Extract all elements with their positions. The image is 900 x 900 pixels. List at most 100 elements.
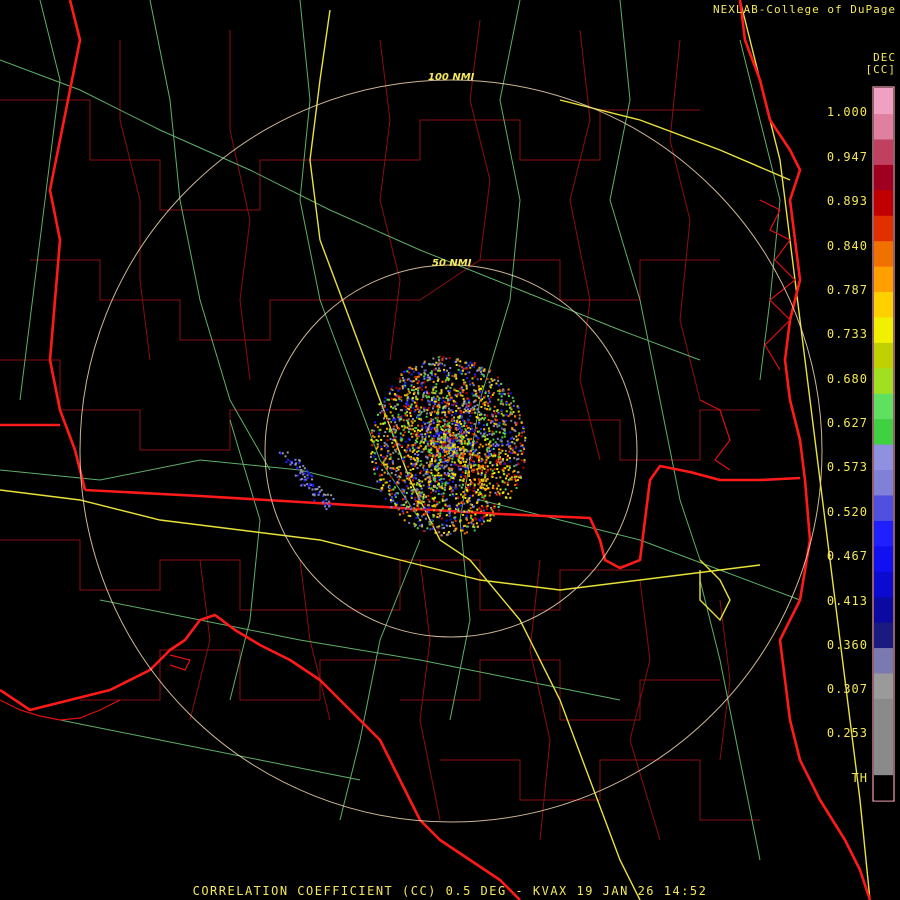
radar-echo (319, 490, 322, 493)
radar-echo (389, 499, 392, 501)
radar-echo (382, 484, 385, 487)
radar-echo (487, 487, 490, 490)
radar-echo (434, 373, 437, 376)
radar-echo (439, 514, 441, 517)
radar-echo (436, 416, 439, 419)
radar-echo (438, 448, 441, 451)
radar-echo (379, 478, 382, 481)
radar-echo (492, 510, 494, 513)
radar-echo (454, 412, 457, 415)
radar-echo (410, 424, 413, 427)
radar-echo (304, 472, 306, 475)
radar-echo (497, 384, 500, 387)
radar-echo (419, 494, 422, 497)
radar-echo (432, 505, 434, 508)
radar-echo (469, 503, 472, 506)
radar-echo (517, 457, 520, 460)
radar-echo (416, 504, 419, 507)
radar-echo (455, 360, 457, 363)
radar-echo (462, 491, 465, 493)
radar-echo (433, 446, 436, 449)
radar-echo (514, 483, 517, 486)
radar-echo (383, 456, 386, 459)
radar-echo (438, 367, 441, 370)
radar-echo (432, 422, 435, 425)
radar-echo (401, 385, 404, 388)
radar-echo (391, 389, 394, 391)
radar-echo (294, 463, 297, 466)
radar-echo (505, 410, 508, 413)
radar-echo (409, 458, 412, 461)
radar-echo (399, 432, 402, 435)
radar-echo (480, 472, 483, 475)
radar-echo (495, 460, 498, 463)
radar-echo (390, 489, 393, 492)
radar-echo (515, 487, 518, 489)
radar-echo (395, 470, 398, 473)
radar-echo (436, 487, 439, 490)
radar-echo (457, 433, 460, 435)
radar-echo (375, 447, 378, 450)
radar-echo (477, 483, 480, 486)
radar-echo (500, 412, 503, 415)
radar-echo (400, 373, 403, 376)
radar-echo (429, 528, 432, 531)
radar-echo (520, 452, 523, 455)
radar-echo (465, 387, 468, 390)
radar-echo (497, 456, 500, 459)
radar-echo (409, 380, 412, 382)
radar-echo (453, 463, 456, 466)
radar-echo (414, 474, 417, 477)
radar-echo (439, 458, 442, 461)
radar-echo (480, 478, 483, 481)
radar-echo (513, 465, 516, 468)
radar-echo (459, 360, 462, 363)
radar-echo (431, 458, 433, 460)
radar-echo (394, 408, 397, 410)
radar-echo (517, 406, 520, 409)
radar-echo (492, 447, 495, 450)
radar-echo (438, 476, 441, 479)
radar-echo (445, 379, 447, 382)
radar-echo (462, 379, 465, 381)
radar-echo (503, 393, 506, 396)
radar-echo (422, 474, 425, 477)
radar-echo (452, 472, 455, 475)
radar-echo (447, 423, 450, 425)
radar-echo (453, 403, 456, 406)
radar-echo (464, 476, 467, 479)
radar-echo (486, 378, 489, 380)
radar-map[interactable] (0, 0, 900, 900)
radar-echo (438, 501, 441, 504)
radar-echo (432, 357, 435, 360)
radar-echo (443, 433, 446, 436)
radar-echo (371, 440, 374, 443)
radar-echo (478, 479, 481, 482)
radar-echo (507, 478, 510, 481)
radar-echo (433, 410, 436, 413)
radar-echo (467, 522, 470, 524)
radar-echo (462, 501, 464, 504)
radar-echo (486, 502, 489, 505)
radar-echo (438, 531, 441, 534)
radar-echo (437, 452, 440, 455)
radar-echo (442, 467, 445, 470)
radar-echo (389, 485, 391, 488)
radar-echo (326, 493, 329, 496)
radar-echo (489, 468, 492, 471)
radar-echo (394, 473, 397, 476)
radar-echo (456, 420, 458, 423)
radar-echo (486, 402, 489, 405)
radar-echo (482, 418, 485, 421)
radar-echo (446, 436, 449, 439)
radar-echo (423, 372, 426, 374)
radar-echo (403, 519, 406, 522)
radar-echo (379, 422, 382, 425)
radar-echo (469, 453, 472, 456)
radar-echo (458, 442, 461, 445)
radar-echo (407, 421, 410, 424)
radar-echo (485, 443, 488, 446)
radar-echo (388, 392, 391, 395)
radar-echo (464, 373, 467, 376)
radar-echo (389, 456, 392, 459)
